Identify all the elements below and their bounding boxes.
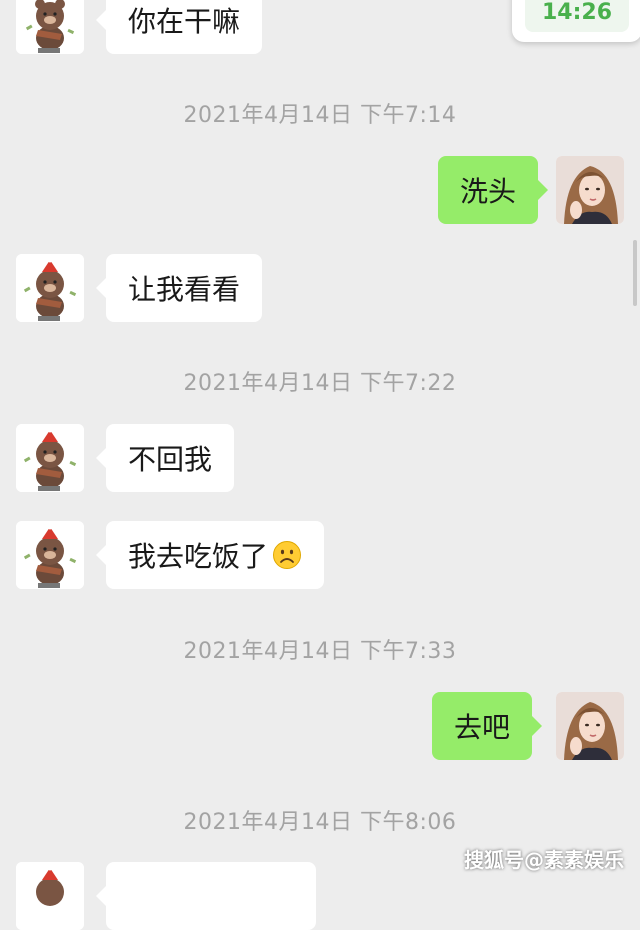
contact-avatar[interactable] [16,254,84,322]
girl-avatar-icon [556,156,624,224]
message-text: 让我看看 [128,273,241,306]
bear-avatar-icon [16,254,84,322]
self-avatar[interactable] [556,692,624,760]
message-bubble-incoming[interactable]: 我去吃饭了 [95,521,325,589]
contact-avatar[interactable] [16,0,84,54]
message-timestamp: 2021年4月14日 下午7:33 [183,639,457,664]
message-text: 去吧 [454,711,511,744]
message-bubble-incoming[interactable]: 你在干嘛 [95,0,263,54]
bear-avatar-icon [16,424,84,492]
message-bubble-incoming[interactable]: 让我看看 [95,254,263,322]
message-bubble-incoming[interactable]: 不回我 [95,424,235,492]
self-avatar[interactable] [556,156,624,224]
girl-avatar-icon [556,692,624,760]
message-text: 你在干嘛 [128,5,241,38]
bear-avatar-icon [16,0,84,54]
message-bubble-incoming[interactable] [96,862,316,930]
frowning-face-icon [273,541,302,569]
time-popup: 14:26 [512,0,640,42]
scrollbar[interactable] [633,240,637,306]
message-timestamp: 2021年4月14日 下午7:14 [183,103,457,128]
contact-avatar[interactable] [16,424,84,492]
contact-avatar[interactable] [16,862,84,930]
bear-avatar-icon [16,521,84,589]
message-text: 我去吃饭了 [128,540,269,573]
contact-avatar[interactable] [16,521,84,589]
message-bubble-outgoing[interactable]: 洗头 [438,156,549,224]
message-timestamp: 2021年4月14日 下午8:06 [183,810,457,835]
message-text: 不回我 [128,443,213,476]
message-bubble-outgoing[interactable]: 去吧 [432,692,543,760]
message-timestamp: 2021年4月14日 下午7:22 [183,371,457,396]
watermark: 搜狐号@素素娱乐 [464,848,624,872]
bear-avatar-icon [16,862,84,930]
time-popup-label: 14:26 [525,0,629,32]
message-text: 洗头 [460,175,517,208]
